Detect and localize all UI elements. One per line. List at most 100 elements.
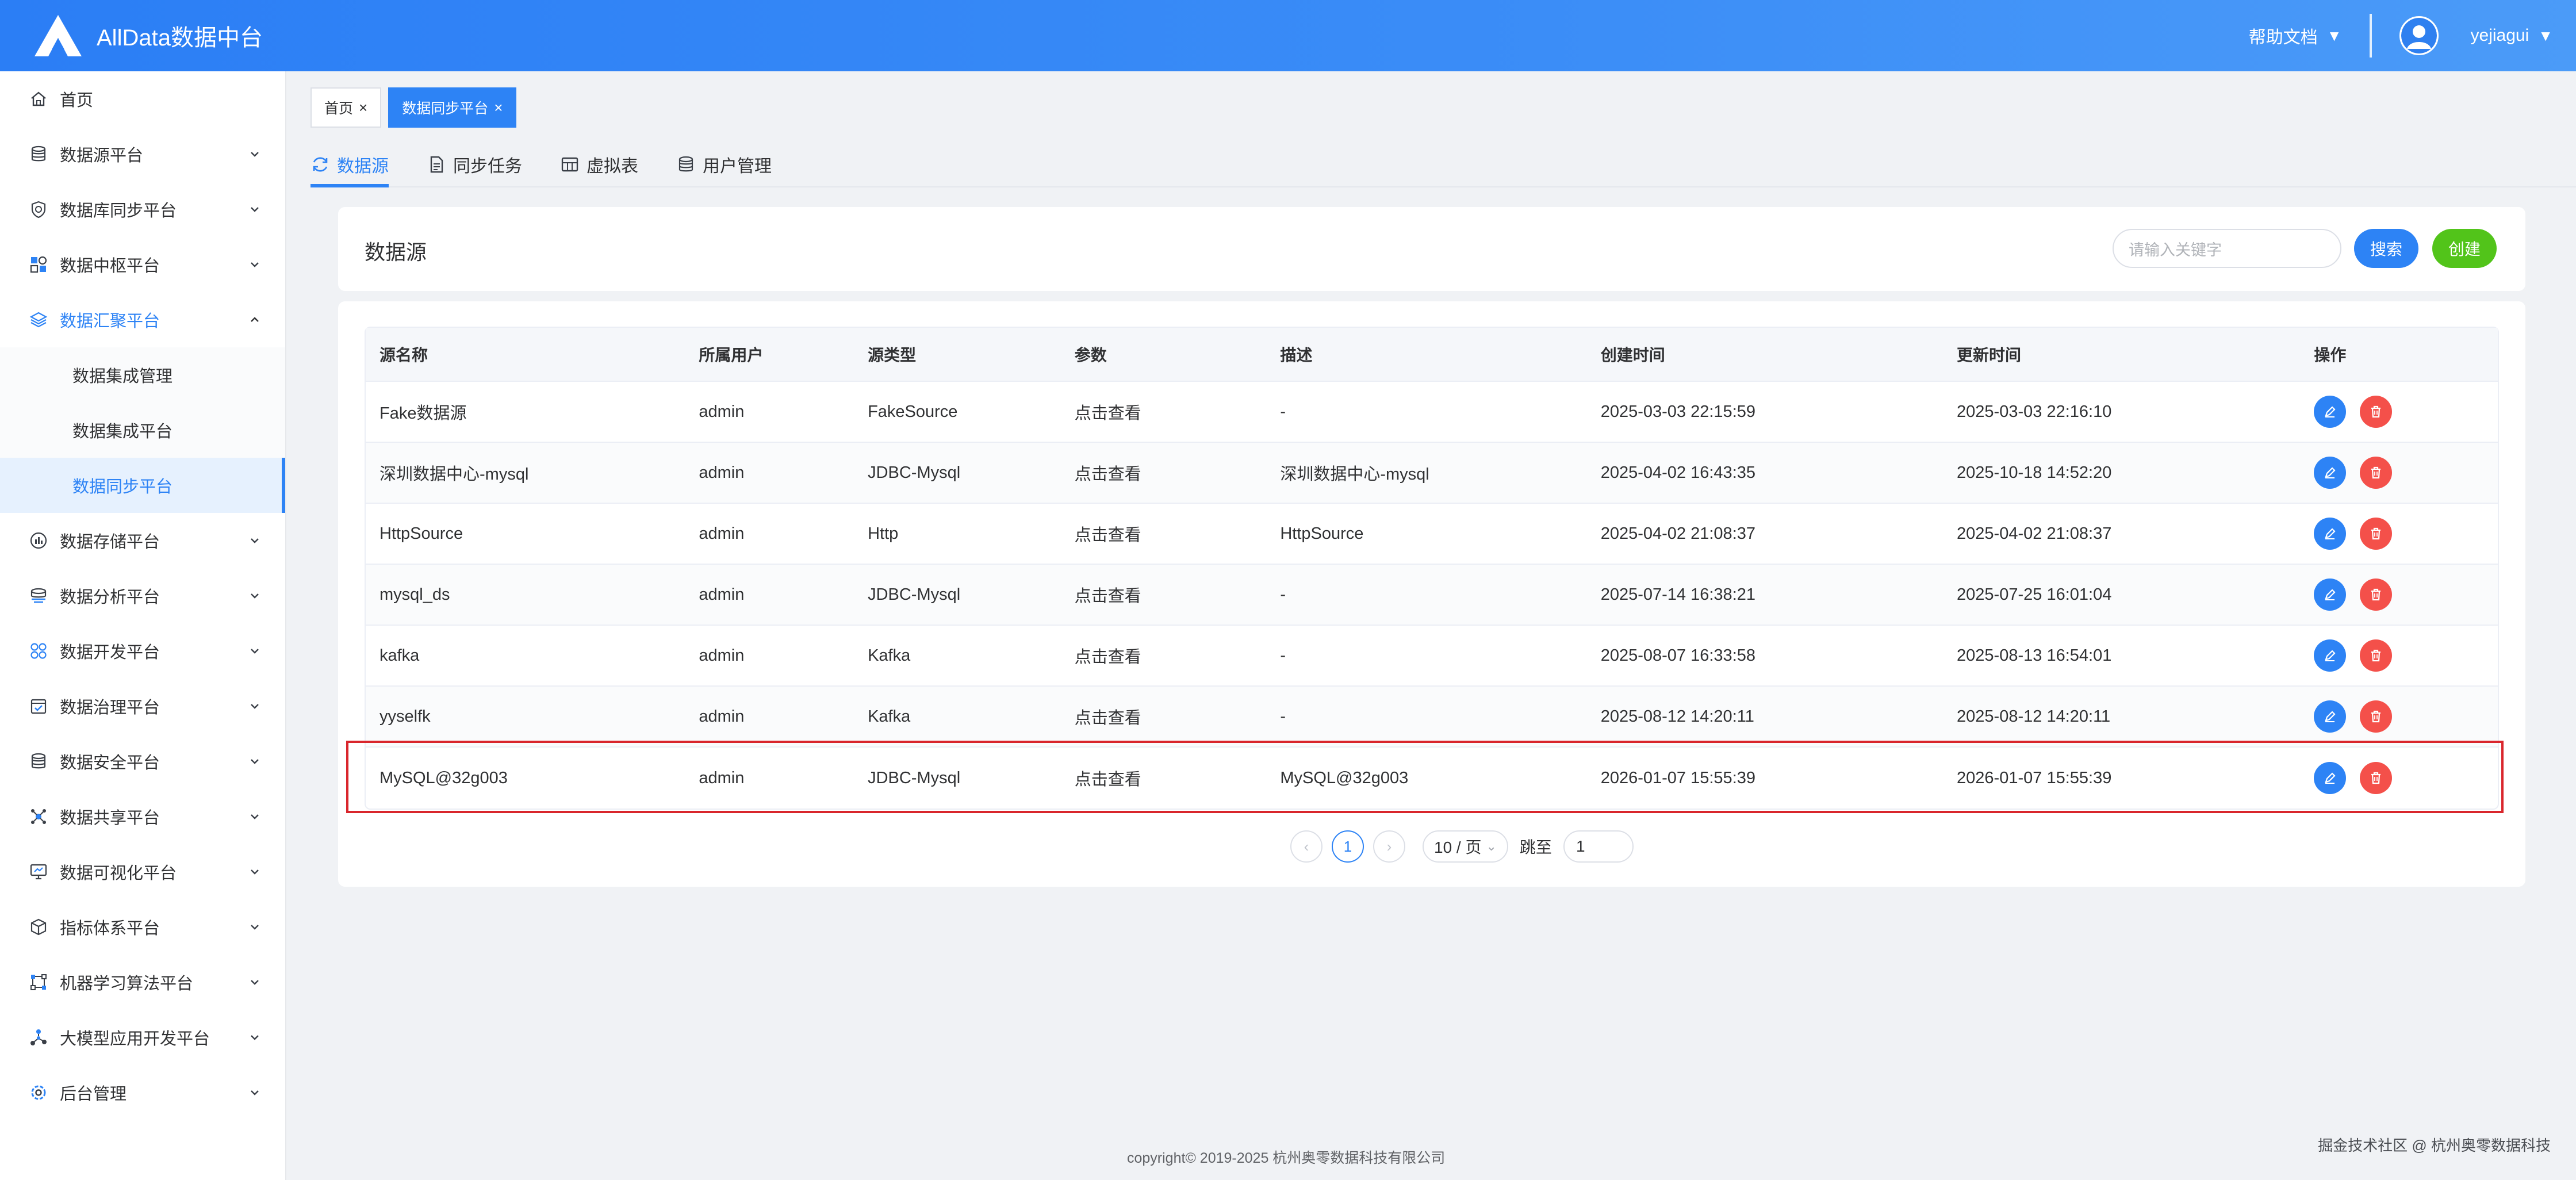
trash-icon [2371,466,2381,479]
sidebar-item-llm-app-dev[interactable]: 大模型应用开发平台 [0,1010,285,1065]
edit-button[interactable] [2314,639,2347,672]
edit-icon [2325,589,2336,600]
sidebar-item-admin[interactable]: 后台管理 [0,1065,285,1120]
sidebar-item-label: 数据中枢平台 [60,257,160,275]
edit-icon [2325,528,2336,539]
search-input[interactable]: 请输入关键字 [2113,229,2341,268]
tag-sync-platform[interactable]: 数据同步平台 × [388,87,517,128]
edit-button[interactable] [2314,457,2347,489]
sidebar-item-data-security[interactable]: 数据安全平台 [0,734,285,789]
table-header-row: 源名称 所属用户 源类型 参数 描述 创建时间 更新时间 操作 [366,328,2498,382]
create-button[interactable]: 创建 [2432,229,2497,268]
sidebar-item-data-analysis[interactable]: 数据分析平台 [0,568,285,623]
edit-button[interactable] [2314,578,2347,611]
cell-params-link[interactable]: 点击查看 [1061,400,1267,424]
cell-actions [2300,457,2498,489]
cell-source-name: yyselfk [379,707,431,726]
cell-params-link[interactable]: 点击查看 [1061,766,1267,790]
delete-button[interactable] [2360,639,2393,672]
sidebar-item-label: 后台管理 [60,1085,127,1104]
jump-page-input[interactable]: 1 [1563,830,1634,863]
delete-button[interactable] [2360,578,2393,611]
sidebar-item-data-sharing[interactable]: 数据共享平台 [0,789,285,844]
page-size-value: 10 / 页 [1434,838,1482,856]
sidebar-item-data-visualization[interactable]: 数据可视化平台 [0,844,285,899]
delete-button[interactable] [2360,457,2393,489]
sidebar-item-datasource[interactable]: 数据源平台 [0,127,285,182]
trash-icon [2371,588,2381,601]
tab-virtual-table[interactable]: 虚拟表 [560,143,638,186]
sidebar-item-data-aggregation[interactable]: 数据汇聚平台 [0,292,285,347]
tab-user-management[interactable]: 用户管理 [676,143,772,186]
close-icon[interactable]: × [359,99,367,117]
table-row: kafka admin Kafka 点击查看 - 2025-08-07 16:33:58 2… [366,626,2498,687]
tab-label: 用户管理 [703,157,772,176]
cell-params-link[interactable]: 点击查看 [1061,522,1267,546]
sidebar-subitem-integration-platform[interactable]: 数据集成平台 [0,403,285,458]
cell-updated-time: 2025-08-13 16:54:01 [1957,646,2112,665]
tag-home[interactable]: 首页 × [310,87,382,128]
cell-description: - [1280,402,1286,421]
column-header: 更新时间 [1957,346,2022,364]
edit-button[interactable] [2314,700,2347,733]
close-icon[interactable]: × [494,99,503,117]
chevron-up-icon [251,317,259,322]
jump-label: 跳至 [1519,838,1552,856]
table-row: mysql_ds admin JDBC-Mysql 点击查看 - 2025-07-14 1… [366,565,2498,626]
main-content: 首页 × 数据同步平台 × 数据源 同步任务 虚拟表 用户管理 数据源 请输入关… [310,71,2576,1180]
cell-updated-time: 2025-08-12 14:20:11 [1957,707,2111,726]
sidebar-item-db-sync[interactable]: 数据库同步平台 [0,182,285,237]
edit-icon [2325,467,2336,478]
chevron-down-icon [251,593,259,599]
prev-page-button[interactable]: ‹ [1290,830,1322,863]
page-size-select[interactable]: 10 / 页 ⌄ [1423,830,1508,863]
sidebar-item-label: 数据开发平台 [60,643,160,662]
cell-params-link[interactable]: 点击查看 [1061,643,1267,668]
page-number-button[interactable]: 1 [1332,830,1364,863]
cell-created-time: 2025-04-02 21:08:37 [1600,524,1756,543]
search-button[interactable]: 搜索 [2354,229,2418,268]
delete-button[interactable] [2360,518,2393,550]
delete-button[interactable] [2360,396,2393,428]
sidebar-item-data-storage[interactable]: 数据存储平台 [0,513,285,568]
analysis-icon [29,586,48,606]
edit-button[interactable] [2314,762,2347,794]
cell-description: - [1280,646,1286,665]
cell-source-name: Fake数据源 [379,404,467,423]
cell-source-type: JDBC-Mysql [868,768,961,787]
next-page-button[interactable]: › [1373,830,1405,863]
cell-actions [2300,396,2498,428]
app-logo[interactable]: AllData数据中台 [0,0,288,71]
help-docs-menu[interactable]: 帮助文档 ▼ [2249,23,2342,48]
sidebar-item-label: 指标体系平台 [60,920,160,938]
chevron-down-icon [251,1035,259,1040]
delete-button[interactable] [2360,762,2393,794]
sidebar-item-data-governance[interactable]: 数据治理平台 [0,679,285,734]
sidebar-subitem-sync-platform[interactable]: 数据同步平台 [0,458,285,513]
sidebar-subitem-integration-management[interactable]: 数据集成管理 [0,347,285,403]
cell-params-link[interactable]: 点击查看 [1061,583,1267,607]
user-menu[interactable]: yejiagui ▼ [2471,26,2553,45]
chevron-down-icon: ⌄ [1486,839,1497,853]
checklist-icon [29,696,48,716]
sidebar-item-metrics-system[interactable]: 指标体系平台 [0,899,285,955]
cell-params-link[interactable]: 点击查看 [1061,461,1267,485]
cell-params-link[interactable]: 点击查看 [1061,704,1267,729]
tab-datasource[interactable]: 数据源 [310,143,389,187]
user-avatar[interactable] [2399,16,2439,55]
delete-button[interactable] [2360,700,2393,733]
tab-sync-task[interactable]: 同步任务 [427,143,522,186]
trash-icon [2371,710,2381,723]
datasource-table: 源名称 所属用户 源类型 参数 描述 创建时间 更新时间 操作 Fake数据源 a… [365,327,2499,810]
layers-icon [29,310,48,330]
edit-button[interactable] [2314,518,2347,550]
cube-icon [29,917,48,937]
sidebar-item-data-hub[interactable]: 数据中枢平台 [0,237,285,292]
edit-button[interactable] [2314,396,2347,428]
sidebar-item-home[interactable]: 首页 [0,71,285,127]
cell-description: HttpSource [1280,524,1364,543]
cell-owner: admin [699,585,745,604]
sidebar-item-data-development[interactable]: 数据开发平台 [0,623,285,679]
sidebar-item-machine-learning[interactable]: 机器学习算法平台 [0,955,285,1010]
cell-source-type: JDBC-Mysql [868,463,961,482]
